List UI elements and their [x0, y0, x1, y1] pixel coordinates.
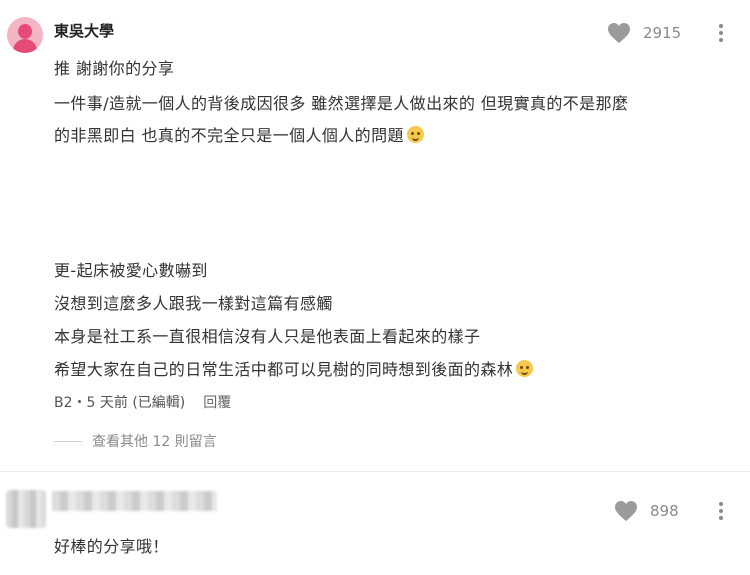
reply-button[interactable]: 回覆: [203, 392, 231, 412]
author-name[interactable]: 東吳大學: [54, 20, 114, 41]
avatar-blurred[interactable]: [6, 490, 46, 528]
comment-line: 沒想到這麼多人跟我一樣對這篇有感觸: [54, 294, 333, 313]
comment-meta: B2・5 天前 (已編輯) 回覆: [54, 392, 231, 412]
more-options-icon[interactable]: [718, 24, 724, 45]
heart-icon: [615, 501, 637, 521]
comment-line: 的非黑即白 也真的不完全只是一個人個人的問題: [54, 122, 424, 146]
comment-line: 更-起床被愛心數嚇到: [54, 261, 208, 280]
comment-line: 好棒的分享哦！: [54, 537, 169, 556]
comment-line: 推 謝謝你的分享: [54, 59, 175, 78]
more-options-icon[interactable]: [718, 502, 724, 523]
divider-dash: [54, 440, 82, 442]
pleading-face-emoji-icon: [406, 126, 424, 143]
like-button[interactable]: 2915: [607, 22, 681, 44]
avatar[interactable]: [7, 17, 43, 53]
comment-card: 東吳大學 2915 推 謝謝你的分享 一件事/造就一個人的背後成因很多 雖然選擇…: [0, 0, 750, 471]
like-count: 2915: [643, 24, 682, 42]
comment-line-text: 希望大家在自己的日常生活中都可以見樹的同時想到後面的森林: [54, 360, 514, 379]
view-more-replies[interactable]: 查看其他 12 則留言: [54, 431, 217, 451]
comment-line: 一件事/造就一個人的背後成因很多 雖然選擇是人做出來的 但現實真的不是那麼: [54, 94, 629, 113]
avatar-body: [13, 39, 37, 53]
comment-line: 本身是社工系一直很相信沒有人只是他表面上看起來的樣子: [54, 327, 481, 346]
smiling-face-emoji-icon: [516, 360, 534, 377]
comment-card: [0, 472, 750, 575]
like-button[interactable]: 898: [614, 500, 679, 522]
view-more-replies-label: 查看其他 12 則留言: [92, 434, 217, 450]
floor-and-time: B2・5 天前 (已編輯): [54, 395, 186, 411]
avatar-head: [18, 24, 32, 39]
comment-line-text: 的非黑即白 也真的不完全只是一個人個人的問題: [54, 126, 404, 145]
comment-line: 希望大家在自己的日常生活中都可以見樹的同時想到後面的森林: [54, 356, 534, 380]
like-count: 898: [650, 502, 679, 520]
heart-icon: [608, 23, 630, 43]
author-name-blurred: [52, 491, 217, 511]
